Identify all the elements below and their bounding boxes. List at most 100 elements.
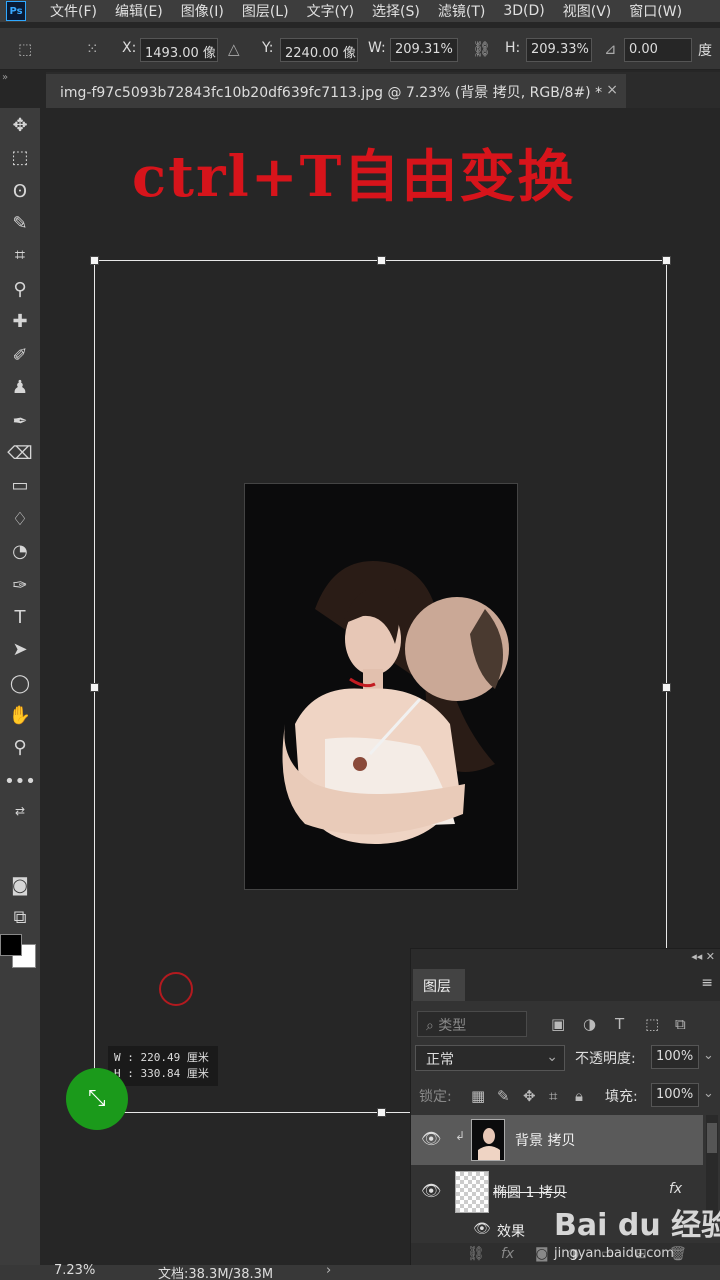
overlay-title: ctrl+T自由变换 (132, 144, 576, 210)
marquee-tool-icon[interactable]: ⬚ (4, 144, 36, 170)
y-position-field[interactable]: 2240.00 像 (280, 38, 358, 62)
width-scale-field[interactable]: 209.31% (390, 38, 458, 62)
lock-pixels-icon[interactable]: ✎ (497, 1087, 510, 1105)
pen-tool-icon[interactable]: ✑ (4, 572, 36, 598)
zoom-level[interactable]: 7.23% (54, 1263, 95, 1278)
blur-tool-icon[interactable]: ♢ (4, 506, 36, 532)
menu-layer[interactable]: 图层(L) (242, 1, 289, 21)
watermark-logo: Bai du 经验 (554, 1208, 720, 1243)
quick-select-tool-icon[interactable]: ✎ (4, 210, 36, 236)
zoom-tool-icon[interactable]: ⚲ (4, 734, 36, 760)
menu-edit[interactable]: 编辑(E) (115, 1, 163, 21)
tools-panel: ✥ ⬚ ʘ ✎ ⌗ ⚲ ✚ ✐ ♟ ✒ ⌫ ▭ ♢ ◔ ✑ T ➤ ◯ ✋ ⚲ … (0, 108, 40, 1265)
stamp-tool-icon[interactable]: ♟ (4, 374, 36, 400)
transform-tool-icon[interactable]: ⬚ (18, 40, 32, 58)
blend-mode-select[interactable]: 正常 ⌄ (415, 1045, 565, 1071)
menu-type[interactable]: 文字(Y) (307, 1, 354, 21)
hand-tool-icon[interactable]: ✋ (4, 702, 36, 728)
handle-top-center[interactable] (377, 256, 386, 265)
menu-file[interactable]: 文件(F) (50, 1, 97, 21)
layer-row[interactable]: 👁︎ ↲ 背景 拷贝 (411, 1115, 703, 1165)
reference-point-icon[interactable]: ⁙ (86, 40, 99, 58)
filter-shape-icon[interactable]: ⬚ (645, 1015, 659, 1033)
x-position-field[interactable]: 1493.00 像 (140, 38, 218, 62)
h-label: H: (505, 40, 521, 56)
layer-name[interactable]: 背景 拷贝 (515, 1130, 575, 1150)
eyedropper-tool-icon[interactable]: ⚲ (4, 276, 36, 302)
menu-image[interactable]: 图像(I) (181, 1, 224, 21)
add-mask-icon[interactable]: ◙ (535, 1246, 549, 1262)
filter-kind-select[interactable]: ⌕ 类型 (417, 1011, 527, 1037)
blend-row: 正常 ⌄ 不透明度: 100% ⌄ (415, 1045, 719, 1073)
baidu-watermark: Bai du 经验 jingyan.baidu.com (554, 1200, 720, 1270)
lock-all-icon[interactable]: 🔒︎ (575, 1087, 583, 1105)
panel-menu-icon[interactable]: ≡ (701, 975, 713, 991)
foreground-color-swatch[interactable] (0, 934, 22, 956)
chevron-down-icon[interactable]: ⌄ (703, 1086, 714, 1101)
filter-type-icon[interactable]: T (615, 1015, 624, 1033)
link-layers-icon[interactable]: ⛓ (467, 1246, 485, 1262)
menu-filter[interactable]: 滤镜(T) (438, 1, 485, 21)
document-tab[interactable]: img-f97c5093b72843fc10b20df639fc7113.jpg… (46, 74, 626, 108)
handle-middle-left[interactable] (90, 683, 99, 692)
click-indicator-ring (159, 972, 193, 1006)
brush-tool-icon[interactable]: ✐ (4, 342, 36, 368)
handle-middle-right[interactable] (662, 683, 671, 692)
chevron-down-icon[interactable]: ⌄ (703, 1048, 714, 1063)
handle-top-left[interactable] (90, 256, 99, 265)
handle-bottom-center[interactable] (377, 1108, 386, 1117)
lock-transparent-icon[interactable]: ▦ (471, 1087, 485, 1105)
chevron-right-icon[interactable]: › (326, 1263, 331, 1278)
collapse-icon[interactable]: » (2, 72, 8, 83)
handle-top-right[interactable] (662, 256, 671, 265)
menu-view[interactable]: 视图(V) (563, 1, 612, 21)
filter-smart-object-icon[interactable]: ⧉ (675, 1015, 686, 1033)
healing-brush-tool-icon[interactable]: ✚ (4, 308, 36, 334)
add-style-icon[interactable]: fx (501, 1246, 514, 1262)
lasso-tool-icon[interactable]: ʘ (4, 178, 36, 204)
filter-adjustment-icon[interactable]: ◑ (583, 1015, 596, 1033)
fill-label: 填充: (605, 1089, 638, 1105)
filter-kind-label: 类型 (438, 1018, 467, 1034)
opacity-field[interactable]: 100% (651, 1045, 699, 1069)
layer-name[interactable]: 椭圆 1 拷贝 (493, 1182, 567, 1202)
fill-field[interactable]: 100% (651, 1083, 699, 1107)
menu-window[interactable]: 窗口(W) (629, 1, 682, 21)
lock-artboard-icon[interactable]: ⌗ (549, 1087, 557, 1105)
move-tool-icon[interactable]: ✥ (4, 112, 36, 138)
filter-pixel-icon[interactable]: ▣ (551, 1015, 565, 1033)
rotation-field[interactable]: 0.00 (624, 38, 692, 62)
visibility-eye-icon[interactable]: 👁︎ (421, 1181, 441, 1200)
height-scale-field[interactable]: 209.33% (526, 38, 592, 62)
eraser-tool-icon[interactable]: ⌫ (4, 440, 36, 466)
scroll-thumb[interactable] (707, 1123, 717, 1153)
menu-3d[interactable]: 3D(D) (503, 3, 544, 19)
link-icon[interactable]: ⛓ (472, 40, 491, 58)
delta-icon[interactable]: △ (228, 40, 240, 58)
visibility-eye-icon[interactable]: 👁︎ (473, 1221, 491, 1237)
more-tools-icon[interactable]: ••• (4, 768, 36, 794)
quick-mask-icon[interactable]: ◙ (4, 872, 36, 898)
lock-label: 锁定: (419, 1089, 452, 1105)
gradient-tool-icon[interactable]: ▭ (4, 472, 36, 498)
visibility-eye-icon[interactable]: 👁︎ (421, 1129, 441, 1148)
path-select-tool-icon[interactable]: ➤ (4, 636, 36, 662)
ellipse-tool-icon[interactable]: ◯ (4, 670, 36, 696)
dodge-tool-icon[interactable]: ◔ (4, 538, 36, 564)
fx-badge[interactable]: fx (669, 1181, 682, 1197)
layer-thumbnail (455, 1171, 489, 1213)
menu-select[interactable]: 选择(S) (372, 1, 420, 21)
close-icon[interactable]: × (606, 82, 618, 98)
blend-mode-value: 正常 (426, 1052, 454, 1068)
menu-bar: Ps 文件(F) 编辑(E) 图像(I) 图层(L) 文字(Y) 选择(S) 滤… (0, 0, 720, 22)
screen-mode-icon[interactable]: ⧉ (4, 904, 36, 930)
tab-layers[interactable]: 图层 (413, 969, 465, 1001)
history-brush-tool-icon[interactable]: ✒ (4, 408, 36, 434)
crop-tool-icon[interactable]: ⌗ (4, 242, 36, 268)
type-tool-icon[interactable]: T (4, 604, 36, 630)
lock-position-icon[interactable]: ✥ (523, 1087, 536, 1105)
lock-row: 锁定: ▦ ✎ ✥ ⌗ 🔒︎ 填充: 100% ⌄ (415, 1083, 719, 1109)
swap-colors-icon[interactable]: ⇄ (4, 798, 36, 824)
panel-collapse-close-icon[interactable]: ◂◂ ✕ (691, 950, 715, 963)
angle-icon: ⊿ (604, 40, 617, 58)
